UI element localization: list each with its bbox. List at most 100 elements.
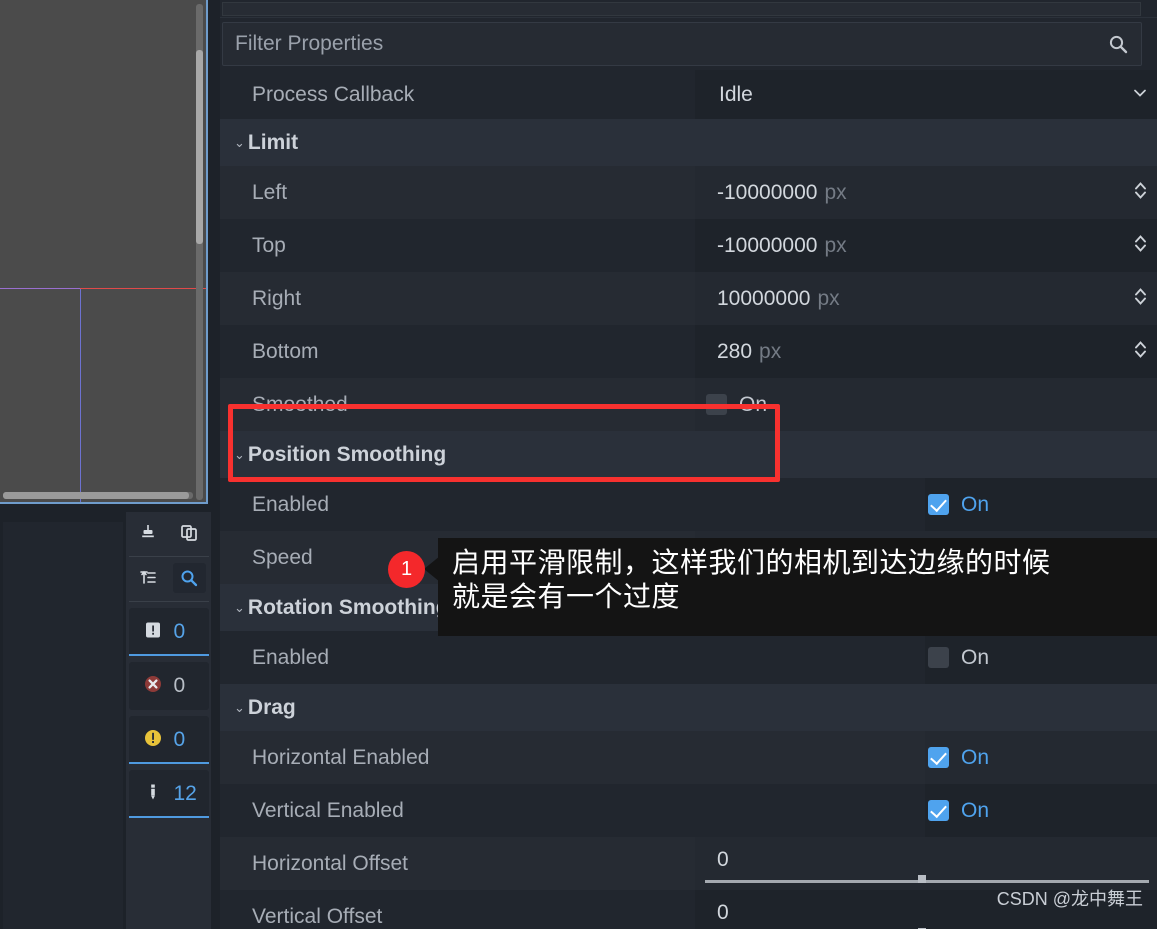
section-header-position-smoothing[interactable]: ⌄ Position Smoothing xyxy=(220,431,1157,478)
inspector-panel: Filter Properties y 1 Process Callback I… xyxy=(220,0,1157,929)
checkbox-checked-icon[interactable] xyxy=(928,800,949,821)
viewport-vertical-scrollbar-thumb[interactable] xyxy=(196,50,203,244)
checkbox-field-smoothed[interactable]: On xyxy=(695,378,1157,431)
chevron-down-icon[interactable]: ⌄ xyxy=(234,601,245,614)
property-row-bottom[interactable]: Bottom 280 px xyxy=(220,325,1157,378)
section-header-limit[interactable]: ⌄ Limit xyxy=(220,119,1157,166)
search-icon[interactable] xyxy=(1107,33,1129,55)
slider-value: 0 xyxy=(717,901,729,924)
checkbox-field-drag-vertical-enabled[interactable]: On xyxy=(925,784,1157,837)
section-header-drag[interactable]: ⌄ Drag xyxy=(220,684,1157,731)
copy-icon xyxy=(179,523,199,543)
number-field-right[interactable]: 10000000 px xyxy=(695,272,1157,325)
slider-value: 0 xyxy=(717,848,729,871)
filter-button[interactable] xyxy=(172,563,206,593)
property-row-process-callback[interactable]: Process Callback Idle xyxy=(220,70,1157,119)
checkbox-field-rotation-smoothing-enabled[interactable]: On xyxy=(925,631,1157,684)
inspector-top-strip xyxy=(220,0,1157,18)
annotation-tooltip-arrow xyxy=(424,556,440,582)
checkbox-state-label: On xyxy=(961,798,990,822)
property-label: Enabled xyxy=(252,645,330,669)
checkbox-checked-icon[interactable] xyxy=(928,747,949,768)
pencil-icon xyxy=(142,781,164,808)
toolbar-divider-2 xyxy=(128,601,209,602)
2d-viewport[interactable] xyxy=(0,0,208,504)
stepper-icon[interactable] xyxy=(1133,338,1148,365)
search-icon xyxy=(179,568,199,588)
viewport-horizontal-scrollbar-thumb[interactable] xyxy=(3,492,189,499)
messages-counter[interactable]: 0 xyxy=(128,608,209,656)
property-row-right[interactable]: Right 10000000 px xyxy=(220,272,1157,325)
guide-line-blue xyxy=(80,289,81,502)
collapse-button[interactable] xyxy=(132,563,165,593)
chevron-down-icon[interactable]: ⌄ xyxy=(234,448,245,461)
property-label: Smoothed xyxy=(252,392,348,416)
checkbox-state-label: On xyxy=(961,645,990,669)
property-label: Vertical Offset xyxy=(252,904,383,928)
number-field-bottom[interactable]: 280 px xyxy=(695,325,1157,378)
annotation-tooltip-line-1: 启用平滑限制，这样我们的相机到达边缘的时候 xyxy=(452,547,1051,578)
checkbox-unchecked-icon[interactable] xyxy=(928,647,949,668)
viewport-horizontal-scrollbar[interactable] xyxy=(3,492,193,499)
property-label: Bottom xyxy=(252,339,319,363)
checkbox-state-label: On xyxy=(739,392,768,416)
edits-count: 12 xyxy=(173,782,197,805)
slider-track[interactable] xyxy=(705,875,1149,883)
property-row-rotation-smoothing-enabled[interactable]: Enabled On xyxy=(220,631,1157,684)
copy-button[interactable] xyxy=(173,518,206,548)
number-unit: px xyxy=(824,233,847,257)
annotation-tooltip: 启用平滑限制，这样我们的相机到达边缘的时候 就是会有一个过度 xyxy=(438,538,1157,636)
property-label: Horizontal Enabled xyxy=(252,745,430,769)
clear-button[interactable] xyxy=(132,518,165,548)
checkbox-unchecked-icon[interactable] xyxy=(706,394,727,415)
checkbox-state-label: On xyxy=(961,492,990,516)
property-label: Vertical Enabled xyxy=(252,798,404,822)
slider-field-horizontal-offset[interactable]: 0 xyxy=(695,837,1157,890)
dock-toolbar-row-1 xyxy=(129,512,209,556)
chevron-down-icon[interactable]: ⌄ xyxy=(234,701,245,714)
errors-counter[interactable]: 0 xyxy=(128,662,209,710)
stepper-icon[interactable] xyxy=(1133,232,1148,259)
left-column: 0 0 0 12 xyxy=(0,0,220,929)
property-row-left[interactable]: Left -10000000 px xyxy=(220,166,1157,219)
filter-properties-input[interactable]: Filter Properties xyxy=(235,32,1107,56)
section-title: Rotation Smoothing xyxy=(247,595,449,619)
section-title: Position Smoothing xyxy=(247,442,447,466)
enum-dropdown[interactable]: Idle xyxy=(695,70,1157,119)
filter-properties-bar[interactable]: Filter Properties xyxy=(222,22,1142,66)
number-field-top[interactable]: -10000000 px xyxy=(695,219,1157,272)
chevron-down-icon[interactable]: ⌄ xyxy=(234,136,245,149)
checkbox-field-position-smoothing-enabled[interactable]: On xyxy=(925,478,1157,531)
stepper-icon[interactable] xyxy=(1133,285,1148,312)
number-unit: px xyxy=(824,180,847,204)
warnings-counter[interactable]: 0 xyxy=(128,716,209,764)
annotation-step-badge: 1 xyxy=(388,551,425,588)
number-value: 10000000 xyxy=(717,286,811,310)
number-value: -10000000 xyxy=(717,180,818,204)
inspector-top-strip-inner xyxy=(222,2,1141,16)
number-value: 280 xyxy=(717,339,753,363)
chevron-down-icon[interactable] xyxy=(1132,84,1148,105)
property-label: Right xyxy=(252,286,302,310)
error-icon xyxy=(142,673,164,700)
property-row-drag-horizontal-offset[interactable]: Horizontal Offset 0 xyxy=(220,837,1157,890)
property-row-smoothed[interactable]: Smoothed On xyxy=(220,378,1157,431)
edits-counter[interactable]: 12 xyxy=(128,770,209,818)
errors-count: 0 xyxy=(173,674,186,697)
property-label: Enabled xyxy=(252,492,330,516)
number-field-left[interactable]: -10000000 px xyxy=(695,166,1157,219)
property-row-drag-vertical-enabled[interactable]: Vertical Enabled On xyxy=(220,784,1157,837)
collapse-lines-icon xyxy=(138,568,158,588)
property-label: Left xyxy=(252,180,288,204)
property-row-position-smoothing-enabled[interactable]: Enabled On xyxy=(220,478,1157,531)
viewport-canvas[interactable] xyxy=(0,0,206,502)
stepper-icon[interactable] xyxy=(1133,179,1148,206)
property-row-drag-horizontal-enabled[interactable]: Horizontal Enabled On xyxy=(220,731,1157,784)
property-row-top[interactable]: Top -10000000 px xyxy=(220,219,1157,272)
viewport-vertical-scrollbar[interactable] xyxy=(196,4,203,500)
checkbox-field-drag-horizontal-enabled[interactable]: On xyxy=(925,731,1157,784)
slider-thumb[interactable] xyxy=(918,875,927,883)
bottom-dock: 0 0 0 12 xyxy=(0,512,220,929)
checkbox-checked-icon[interactable] xyxy=(928,494,949,515)
warnings-count: 0 xyxy=(173,728,186,751)
